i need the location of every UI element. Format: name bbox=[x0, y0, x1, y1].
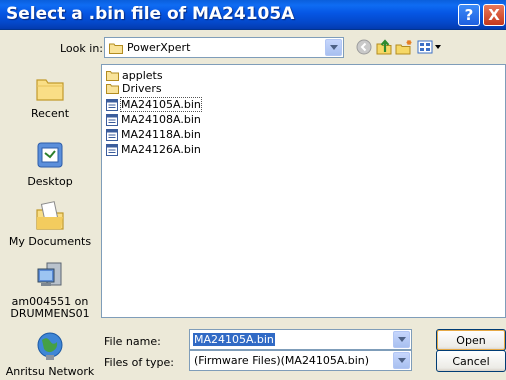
desktop-icon bbox=[33, 140, 67, 172]
close-icon: X bbox=[488, 6, 500, 24]
place-desktop[interactable]: Desktop bbox=[3, 140, 97, 188]
back-icon bbox=[356, 39, 372, 55]
places-bar: Recent Desktop My Documents am004551 on … bbox=[3, 64, 97, 378]
file-type-value: (Firmware Files)(MA24105A.bin) bbox=[194, 354, 370, 367]
help-icon: ? bbox=[464, 6, 474, 24]
list-item[interactable]: applets bbox=[106, 69, 163, 82]
look-in-label: Look in: bbox=[60, 42, 103, 55]
new-folder-icon bbox=[395, 40, 412, 55]
bin-file-icon bbox=[106, 143, 118, 156]
recent-folder-icon bbox=[33, 72, 67, 104]
up-folder-button[interactable] bbox=[374, 37, 394, 57]
bin-file-icon bbox=[106, 128, 118, 141]
place-label-recent: Recent bbox=[30, 107, 70, 120]
file-name-value[interactable]: MA24105A.bin bbox=[193, 333, 275, 346]
file-type-label: Files of type: bbox=[104, 356, 175, 369]
place-my-documents[interactable]: My Documents bbox=[3, 200, 97, 248]
title-bar[interactable]: Select a .bin file of MA24105A ? X bbox=[0, 0, 506, 30]
my-computer-icon bbox=[33, 260, 67, 292]
file-name: MA24118A.bin bbox=[121, 128, 201, 141]
help-button[interactable]: ? bbox=[458, 4, 480, 26]
place-network[interactable]: Anritsu Network bbox=[3, 330, 97, 378]
bin-file-icon bbox=[106, 98, 118, 111]
file-list[interactable]: applets Drivers MA24105A.bin MA24108A.bi… bbox=[101, 64, 506, 318]
bin-file-icon bbox=[106, 113, 118, 126]
place-label-my-computer: am004551 on DRUMMENS01 bbox=[10, 295, 90, 320]
place-label-my-documents: My Documents bbox=[8, 235, 92, 248]
folder-icon bbox=[106, 71, 119, 81]
view-menu-button[interactable] bbox=[416, 37, 444, 57]
chevron-down-icon bbox=[397, 337, 406, 342]
file-name-dropdown-arrow[interactable] bbox=[393, 331, 410, 348]
file-name: MA24105A.bin bbox=[120, 97, 202, 112]
cancel-button[interactable]: Cancel bbox=[436, 350, 506, 372]
file-name: MA24108A.bin bbox=[121, 113, 201, 126]
up-folder-icon bbox=[376, 39, 392, 55]
chevron-down-icon bbox=[329, 45, 338, 50]
place-recent[interactable]: Recent bbox=[3, 72, 97, 120]
file-type-select[interactable]: (Firmware Files)(MA24105A.bin) bbox=[189, 350, 412, 371]
file-name: Drivers bbox=[122, 82, 162, 95]
file-name-input[interactable]: MA24105A.bin bbox=[189, 329, 412, 350]
chevron-down-icon bbox=[397, 358, 406, 363]
window-title: Select a .bin file of MA24105A bbox=[6, 4, 295, 24]
list-item[interactable]: MA24126A.bin bbox=[106, 143, 201, 156]
place-my-computer[interactable]: am004551 on DRUMMENS01 bbox=[3, 260, 97, 320]
place-label-desktop: Desktop bbox=[27, 175, 73, 188]
look-in-dropdown-arrow[interactable] bbox=[325, 39, 342, 56]
new-folder-button[interactable] bbox=[394, 37, 414, 57]
folder-icon bbox=[109, 43, 123, 54]
place-label-network: Anritsu Network bbox=[5, 365, 95, 378]
open-button[interactable]: Open bbox=[436, 329, 506, 351]
list-item[interactable]: MA24108A.bin bbox=[106, 113, 201, 126]
my-documents-icon bbox=[33, 200, 67, 232]
look-in-value: PowerXpert bbox=[127, 41, 191, 54]
look-in-dropdown[interactable]: PowerXpert bbox=[104, 37, 344, 58]
back-button[interactable] bbox=[354, 37, 374, 57]
file-name: applets bbox=[122, 69, 163, 82]
folder-icon bbox=[106, 84, 119, 94]
view-menu-icon bbox=[417, 40, 441, 54]
list-item[interactable]: MA24118A.bin bbox=[106, 128, 201, 141]
network-icon bbox=[33, 330, 67, 362]
list-item[interactable]: Drivers bbox=[106, 82, 162, 95]
close-button[interactable]: X bbox=[483, 4, 505, 26]
file-name: MA24126A.bin bbox=[121, 143, 201, 156]
file-name-label: File name: bbox=[104, 335, 161, 348]
file-type-dropdown-arrow[interactable] bbox=[393, 352, 410, 369]
list-item[interactable]: MA24105A.bin bbox=[106, 97, 202, 112]
